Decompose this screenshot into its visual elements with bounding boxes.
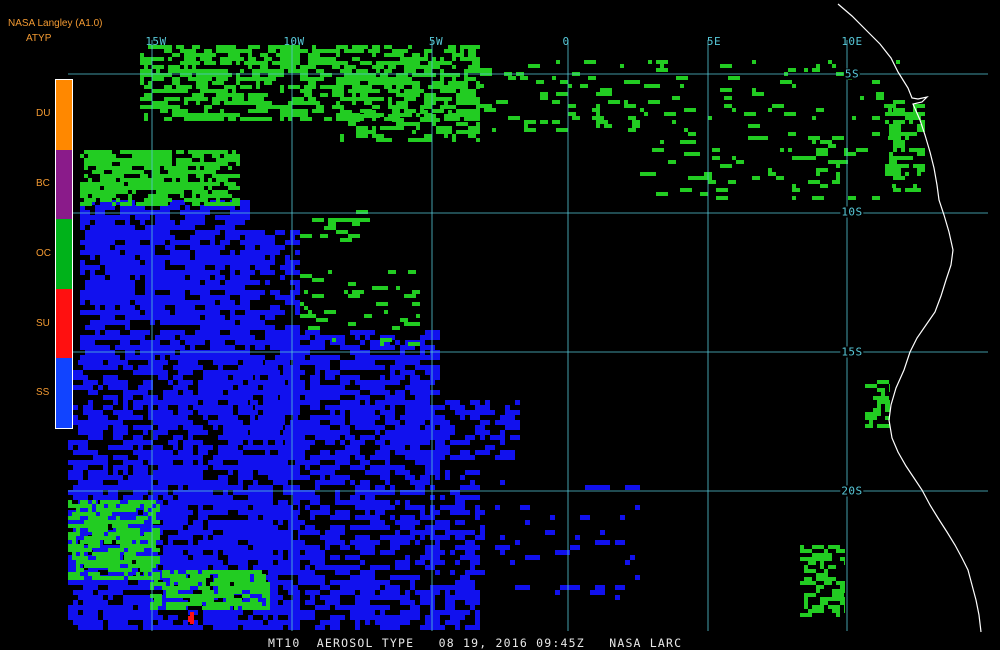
legend-label-du: DU <box>36 108 51 119</box>
product-code: ATYP <box>26 33 52 44</box>
map-footer-caption: MT10 AEROSOL TYPE 08 19, 2016 09:45Z NAS… <box>268 636 683 650</box>
legend-swatch-oc <box>56 219 72 289</box>
product-source-title: NASA Langley (A1.0) <box>8 18 103 29</box>
lat-label-20s: 20S <box>840 484 864 498</box>
legend-label-bc: BC <box>36 178 50 189</box>
lon-label-15w: 15W <box>145 35 167 48</box>
aerosol-type-map <box>0 0 1000 650</box>
aerosol-type-legend-bar <box>55 79 73 429</box>
lon-label-5w: 5W <box>428 35 444 48</box>
legend-swatch-su <box>56 288 72 359</box>
legend-swatch-bc <box>56 149 72 220</box>
lat-label-10s: 10S <box>840 205 864 219</box>
legend-label-su: SU <box>36 318 50 329</box>
legend-label-ss: SS <box>36 387 50 398</box>
lon-label-10e: 10E <box>841 35 863 48</box>
lon-label-5e: 5E <box>706 35 722 48</box>
lat-label-15s: 15S <box>840 345 864 359</box>
lon-label-10w: 10W <box>283 35 305 48</box>
lat-label-5s: 5S <box>843 67 861 81</box>
lon-label-0: 0 <box>562 35 570 48</box>
legend-swatch-ss <box>56 358 72 428</box>
legend-label-oc: OC <box>36 248 51 259</box>
legend-swatch-du <box>56 80 72 150</box>
